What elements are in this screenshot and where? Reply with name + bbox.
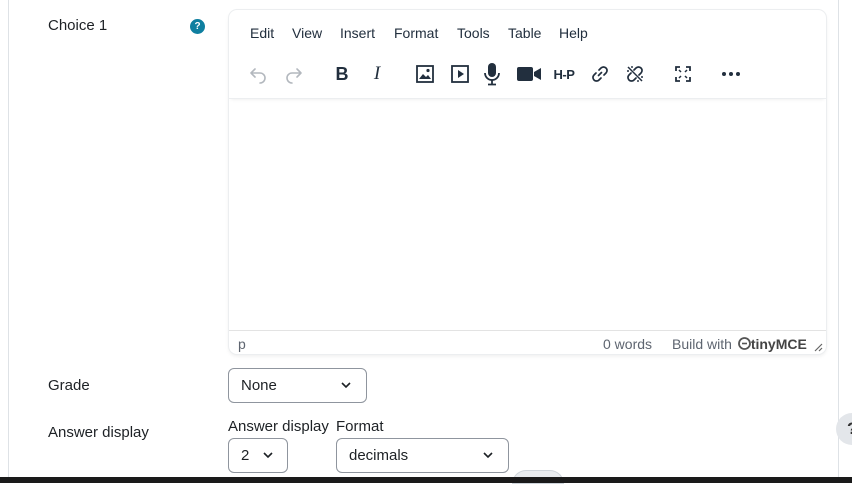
chevron-down-icon [341, 382, 351, 389]
redo-icon [286, 68, 302, 84]
more-button[interactable] [717, 61, 745, 87]
h5p-button[interactable]: H-P [550, 61, 578, 87]
bold-icon: B [335, 63, 349, 84]
format-value: decimals [349, 447, 409, 464]
tinymce-logo-icon [737, 337, 751, 350]
image-button[interactable] [411, 61, 439, 87]
media-button[interactable] [446, 61, 474, 87]
answer-display-sublabel: Answer display [228, 418, 329, 435]
media-icon [451, 65, 469, 83]
grade-select[interactable]: None [228, 368, 367, 403]
menu-edit[interactable]: Edit [250, 25, 274, 41]
format-select[interactable]: decimals [336, 438, 509, 473]
redo-button[interactable] [280, 61, 308, 87]
unlink-button[interactable] [621, 61, 649, 87]
answer-display-value: 2 [241, 447, 250, 464]
choice-label: Choice 1 [48, 17, 108, 34]
rich-text-editor: Edit View Insert Format Tools Table Help… [229, 10, 826, 354]
resize-handle-icon[interactable] [813, 342, 823, 352]
video-camera-icon [517, 67, 541, 81]
microphone-icon [484, 63, 500, 86]
grade-label: Grade [48, 377, 90, 394]
menu-format[interactable]: Format [394, 25, 438, 41]
brand-name: tinyMCE [750, 336, 807, 352]
editor-content-area[interactable] [229, 99, 826, 330]
menu-help[interactable]: Help [559, 25, 588, 41]
floating-help-icon: ? [847, 419, 852, 439]
fullscreen-button[interactable] [669, 61, 697, 87]
editor-menubar: Edit View Insert Format Tools Table Help [229, 10, 826, 52]
menu-view[interactable]: View [292, 25, 322, 41]
editor-statusbar: p 0 words Build with tinyMCE [229, 330, 826, 354]
menu-table[interactable]: Table [508, 25, 541, 41]
image-icon [416, 65, 434, 83]
bold-button[interactable]: B [328, 61, 356, 87]
unlink-icon [627, 66, 643, 82]
link-button[interactable] [586, 61, 614, 87]
video-camera-button[interactable] [515, 61, 543, 87]
more-icon [722, 72, 740, 76]
italic-icon: I [373, 63, 381, 84]
link-icon [592, 66, 608, 82]
editor-toolbar: B I H-P [229, 52, 826, 99]
undo-icon [250, 68, 266, 84]
bottom-edge-bar [0, 477, 852, 483]
brand-prefix: Build with [672, 336, 732, 352]
answer-display-select[interactable]: 2 [228, 438, 288, 473]
italic-button[interactable]: I [363, 61, 391, 87]
format-label: Format [336, 418, 384, 435]
brand-link[interactable]: Build with tinyMCE [672, 336, 807, 352]
chevron-down-icon [483, 452, 493, 459]
grade-value: None [241, 377, 277, 394]
menu-insert[interactable]: Insert [340, 25, 375, 41]
element-path[interactable]: p [238, 336, 246, 352]
menu-tools[interactable]: Tools [457, 25, 490, 41]
answer-display-label: Answer display [48, 424, 149, 441]
microphone-button[interactable] [478, 61, 506, 87]
help-icon[interactable]: ? [190, 19, 205, 34]
word-count[interactable]: 0 words [603, 336, 652, 352]
fullscreen-icon [675, 66, 691, 82]
undo-button[interactable] [244, 61, 272, 87]
h5p-icon: H-P [553, 66, 575, 82]
chevron-down-icon [263, 452, 273, 459]
